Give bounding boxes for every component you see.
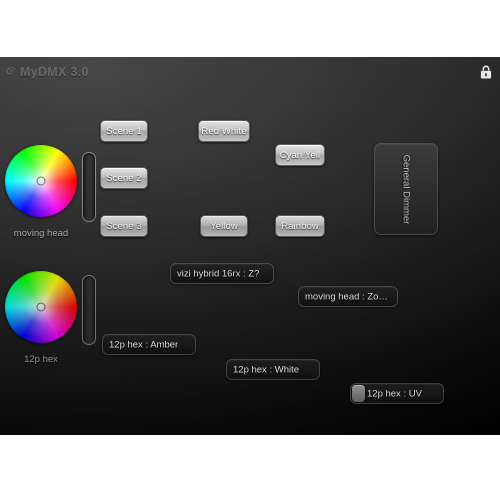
app-logo: MyDMX 3.0: [4, 65, 89, 79]
app-logo-text: MyDMX 3.0: [20, 65, 89, 79]
dimmer-slider[interactable]: [82, 275, 96, 345]
dimmer-slider[interactable]: [82, 152, 96, 222]
app-screenshot: MyDMX 3.0 moving head 12p hex Scene 1 Red …: [0, 0, 500, 500]
color-wheel-label: 12p hex: [24, 354, 58, 365]
color-wheel-block: 12p hex: [5, 271, 77, 365]
show-canvas[interactable]: MyDMX 3.0 moving head 12p hex Scene 1 Red …: [0, 57, 500, 435]
scene-button[interactable]: Rainbow: [275, 215, 325, 237]
color-wheel-icon[interactable]: [5, 271, 77, 343]
channel-fader[interactable]: 12p hex : Amber: [102, 334, 196, 355]
fader-label: moving head : Zo…: [305, 291, 388, 302]
color-wheel-cursor[interactable]: [36, 302, 46, 312]
fader-label: 12p hex : UV: [367, 388, 422, 399]
scene-button[interactable]: Red White: [198, 120, 250, 142]
channel-fader[interactable]: 12p hex : White: [226, 359, 320, 380]
scene-button[interactable]: Scene 1: [100, 120, 148, 142]
general-dimmer-label: General Dimmer: [400, 154, 412, 224]
padlock-locked-icon[interactable]: [478, 64, 494, 80]
fader-label: 12p hex : Amber: [109, 339, 179, 350]
general-dimmer-panel[interactable]: General Dimmer: [374, 143, 438, 235]
swirl-logo-icon: [6, 66, 16, 74]
fader-label: vizi hybrid 16rx : Z?: [177, 268, 260, 279]
scene-button[interactable]: Yellow: [200, 215, 248, 237]
color-wheel-block: moving head: [5, 145, 77, 239]
channel-fader[interactable]: 12p hex : UV: [350, 383, 444, 404]
channel-fader[interactable]: moving head : Zo…: [298, 286, 398, 307]
scene-button[interactable]: Scene 3: [100, 215, 148, 237]
color-wheel-cursor[interactable]: [36, 176, 46, 186]
color-wheel-label: moving head: [13, 228, 69, 239]
fader-label: 12p hex : White: [233, 364, 300, 375]
fader-handle[interactable]: [352, 385, 365, 402]
scene-button[interactable]: Scene 2: [100, 167, 148, 189]
channel-fader[interactable]: vizi hybrid 16rx : Z?: [170, 263, 274, 284]
color-wheel-icon[interactable]: [5, 145, 77, 217]
scene-button[interactable]: Cyan Yell: [275, 144, 325, 166]
